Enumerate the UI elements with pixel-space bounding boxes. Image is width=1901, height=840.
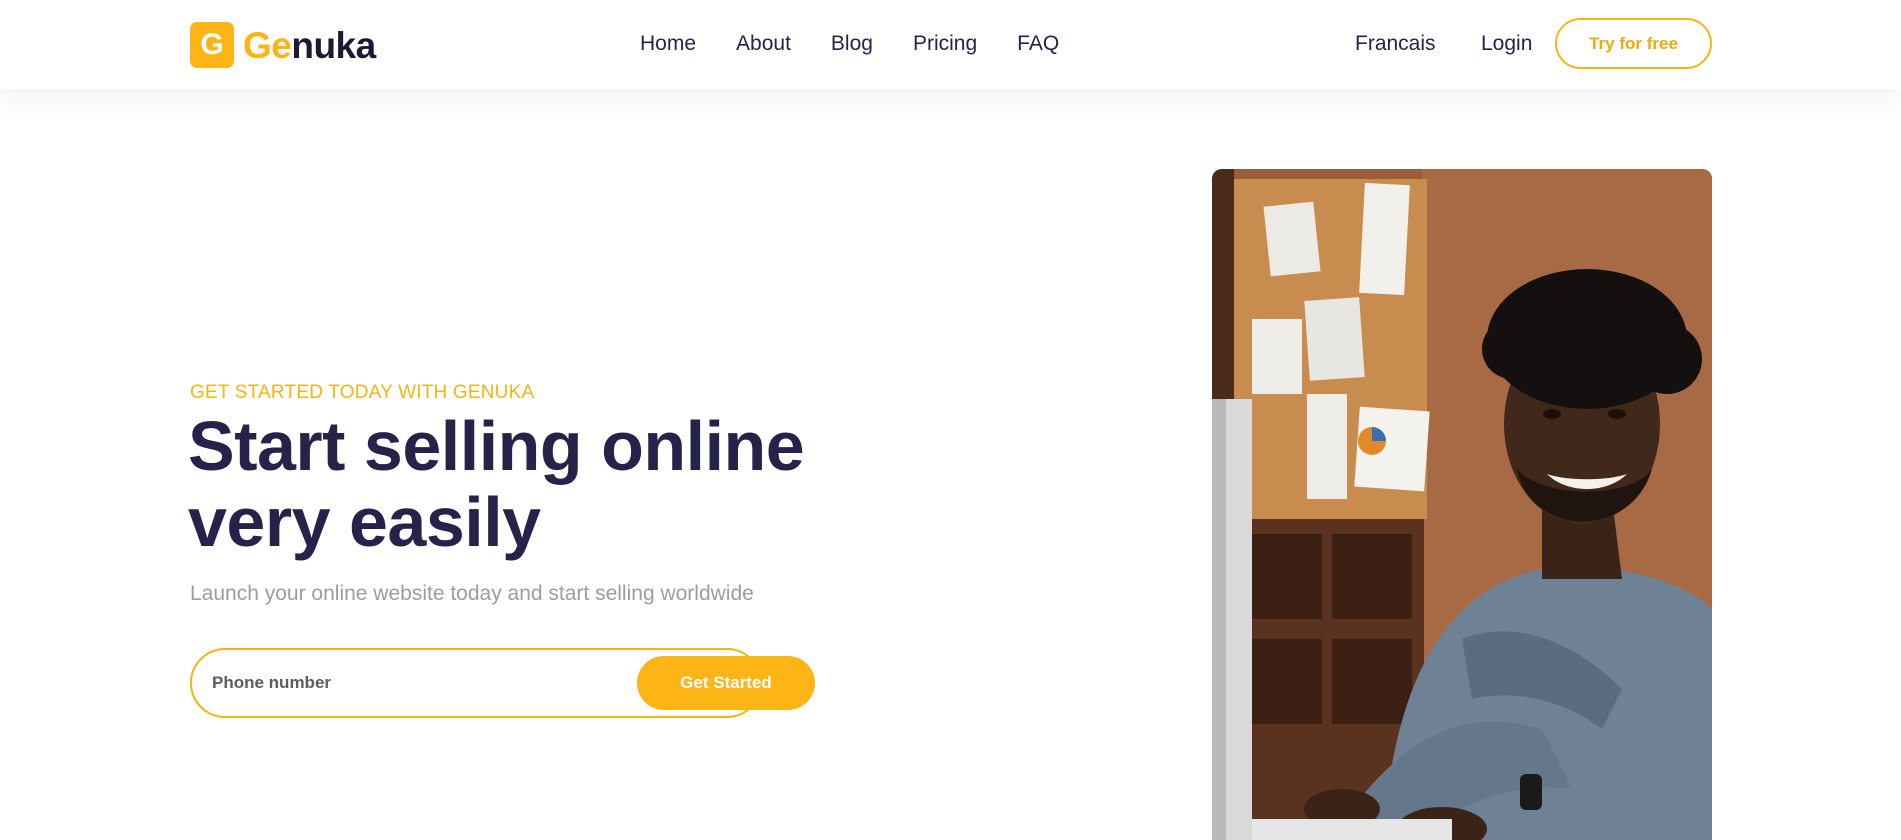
phone-number-input[interactable] — [212, 667, 612, 699]
hero-headline: Start selling online very easily — [188, 408, 848, 560]
nav-home[interactable]: Home — [640, 30, 696, 58]
login-link[interactable]: Login — [1481, 30, 1532, 58]
hero-eyebrow: GET STARTED TODAY WITH GENUKA — [190, 382, 535, 403]
logo-wordmark-rest: nuka — [291, 24, 376, 66]
nav-blog[interactable]: Blog — [831, 30, 873, 58]
get-started-button[interactable]: Get Started — [637, 656, 815, 710]
hero-headline-line2: very easily — [188, 483, 541, 561]
nav-pricing[interactable]: Pricing — [913, 30, 977, 58]
logo-badge: G — [190, 22, 234, 68]
hero-photo — [1212, 169, 1712, 840]
nav-faq[interactable]: FAQ — [1017, 30, 1059, 58]
signup-form: Get Started — [190, 648, 816, 718]
logo-wordmark-ge: Ge — [243, 24, 292, 66]
main-nav: Home About Blog Pricing FAQ — [640, 30, 1099, 58]
try-for-free-button[interactable]: Try for free — [1555, 18, 1712, 69]
language-switch[interactable]: Francais — [1355, 30, 1436, 58]
nav-about[interactable]: About — [736, 30, 791, 58]
hero-subline: Launch your online website today and sta… — [190, 582, 754, 605]
logo-wordmark: Genuka — [243, 27, 376, 64]
hero-headline-line1: Start selling online — [188, 407, 805, 485]
site-header: G Genuka Home About Blog Pricing FAQ Fra… — [0, 0, 1901, 89]
logo[interactable]: G Genuka — [190, 22, 376, 68]
